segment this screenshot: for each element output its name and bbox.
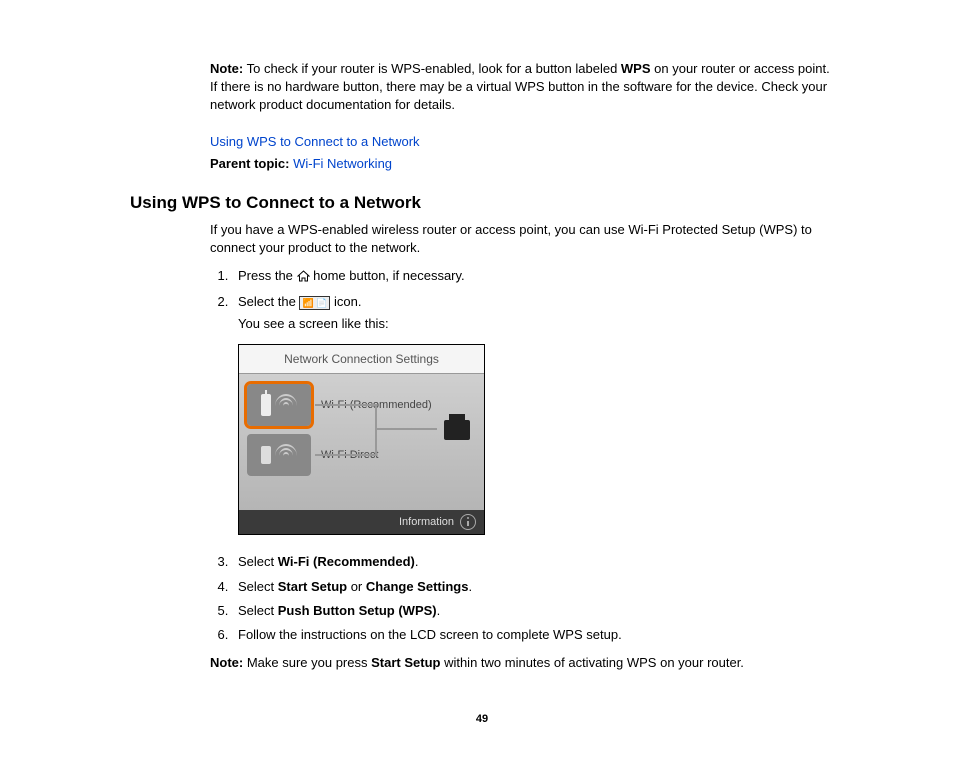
- note-bottom-b: Start Setup: [371, 655, 440, 670]
- printer-icon: [444, 420, 470, 440]
- figure-network-settings: Network Connection Settings Wi-Fi (Recom…: [238, 344, 485, 536]
- link-wps-connect-line: Using WPS to Connect to a Network: [210, 133, 834, 151]
- note-bottom: Note: Make sure you press Start Setup wi…: [210, 654, 834, 672]
- connection-line: [315, 454, 375, 456]
- step-2c: You see a screen like this:: [238, 315, 834, 333]
- link-parent-topic[interactable]: Wi-Fi Networking: [289, 156, 392, 171]
- step-2: Select the 📶 📄 icon. You see a screen li…: [232, 293, 834, 333]
- figure-footer-label: Information: [399, 515, 454, 530]
- option-wifi-recommended-box: [247, 384, 311, 426]
- step-3b: Wi-Fi (Recommended): [278, 554, 415, 569]
- note-label: Note:: [210, 61, 243, 76]
- connection-line: [375, 430, 377, 456]
- step-4b: Start Setup: [278, 579, 347, 594]
- section-heading: Using WPS to Connect to a Network: [130, 191, 834, 215]
- router-icon: [261, 394, 271, 416]
- connection-line: [315, 404, 375, 406]
- step-4a: Select: [238, 579, 278, 594]
- option-wifi-direct-box: [247, 434, 311, 476]
- wifi-icon: [275, 394, 297, 416]
- step-4c: or: [347, 579, 366, 594]
- figure-title: Network Connection Settings: [239, 345, 484, 375]
- step-3a: Select: [238, 554, 278, 569]
- step-1a: Press the: [238, 268, 297, 283]
- step-4d: Change Settings: [366, 579, 469, 594]
- network-settings-icon: 📶 📄: [299, 296, 330, 311]
- step-5: Select Push Button Setup (WPS).: [232, 602, 834, 620]
- page-number: 49: [130, 712, 834, 727]
- step-3c: .: [415, 554, 419, 569]
- connection-line: [377, 428, 437, 430]
- phone-icon: [261, 446, 271, 464]
- wifi-icon-2: [275, 444, 297, 466]
- intro-paragraph: If you have a WPS-enabled wireless route…: [210, 221, 834, 257]
- step-3: Select Wi-Fi (Recommended).: [232, 553, 834, 571]
- step-1: Press the home button, if necessary.: [232, 267, 834, 287]
- note-bottom-c: within two minutes of activating WPS on …: [440, 655, 743, 670]
- note-wps-word: WPS: [621, 61, 651, 76]
- note-text-a: To check if your router is WPS-enabled, …: [243, 61, 621, 76]
- step-5c: .: [437, 603, 441, 618]
- figure-body: Wi-Fi (Recommended) Wi-Fi Direct: [239, 374, 484, 510]
- parent-topic-line: Parent topic: Wi-Fi Networking: [210, 155, 834, 173]
- step-5a: Select: [238, 603, 278, 618]
- link-wps-connect[interactable]: Using WPS to Connect to a Network: [210, 134, 420, 149]
- step-4: Select Start Setup or Change Settings.: [232, 578, 834, 596]
- step-2b: icon.: [330, 294, 361, 309]
- step-4e: .: [468, 579, 472, 594]
- info-icon: [460, 514, 476, 530]
- home-icon: [297, 269, 310, 287]
- note-bottom-a: Make sure you press: [243, 655, 371, 670]
- steps-list-2: Select Wi-Fi (Recommended). Select Start…: [210, 553, 834, 644]
- parent-topic-label: Parent topic:: [210, 156, 289, 171]
- connection-line: [375, 404, 377, 430]
- note-wps-check: Note: To check if your router is WPS-ena…: [210, 60, 834, 115]
- step-6: Follow the instructions on the LCD scree…: [232, 626, 834, 644]
- step-2a: Select the: [238, 294, 299, 309]
- steps-list-1: Press the home button, if necessary. Sel…: [210, 267, 834, 334]
- note-bottom-label: Note:: [210, 655, 243, 670]
- step-5b: Push Button Setup (WPS): [278, 603, 437, 618]
- step-1b: home button, if necessary.: [310, 268, 465, 283]
- figure-footer: Information: [239, 510, 484, 534]
